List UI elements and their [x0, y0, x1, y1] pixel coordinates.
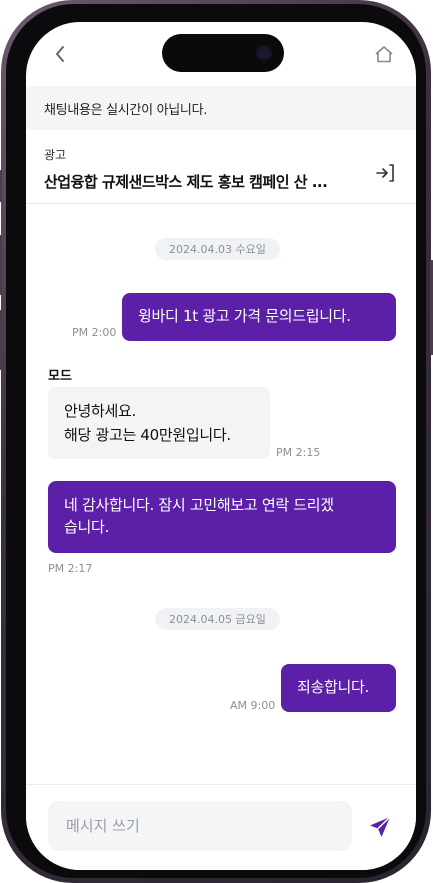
screen: 채팅내용은 실시간이 아닙니다. 광고 산업융합 규제샌드박스 제도 홍보 캠페…: [26, 22, 416, 870]
realtime-notice: 채팅내용은 실시간이 아닙니다.: [26, 86, 416, 130]
sent-message: 죄송합니다.: [281, 664, 396, 712]
message-composer: [26, 784, 416, 870]
home-icon: [375, 46, 393, 63]
message-time: PM 2:15: [276, 446, 321, 459]
side-button-left-3: [0, 310, 2, 370]
camera-icon: [256, 45, 272, 61]
phone-frame: 채팅내용은 실시간이 아닙니다. 광고 산업융합 규제샌드박스 제도 홍보 캠페…: [0, 0, 433, 883]
dynamic-island: [162, 34, 284, 72]
message-time: PM 2:00: [72, 326, 117, 339]
message-text: 윙바디 1t 광고 가격 문의드립니다.: [138, 307, 351, 325]
date-separator: 2024.04.05 금요일: [155, 608, 280, 630]
message-line: 해당 광고는 40만원입니다.: [64, 426, 231, 444]
date-separator: 2024.04.03 수요일: [155, 238, 280, 260]
message-time: AM 9:00: [230, 699, 276, 712]
message-line: 습니다.: [64, 518, 109, 536]
chevron-left-icon: [56, 46, 64, 62]
enter-icon[interactable]: [374, 162, 396, 184]
message-line: 네 감사합니다. 잠시 고민해보고 연락 드리겠: [64, 496, 334, 514]
chat-area[interactable]: 2024.04.03 수요일 PM 2:00 윙바디 1t 광고 가격 문의드립…: [26, 204, 416, 784]
home-button[interactable]: [372, 42, 396, 66]
side-button-left-1: [0, 170, 2, 202]
received-message: 안녕하세요. 해당 광고는 40만원입니다.: [48, 387, 270, 459]
sent-message: 네 감사합니다. 잠시 고민해보고 연락 드리겠 습니다.: [48, 481, 396, 553]
message-time: PM 2:17: [48, 562, 93, 575]
message-text: 죄송합니다.: [297, 678, 369, 696]
send-icon[interactable]: [368, 815, 392, 839]
message-input[interactable]: [48, 801, 352, 851]
message-line: 안녕하세요.: [64, 402, 136, 420]
sender-name: 모드: [48, 369, 72, 384]
ad-banner[interactable]: 광고 산업융합 규제샌드박스 제도 홍보 캠페인 산 ...: [26, 130, 416, 204]
side-button-left-2: [0, 235, 2, 295]
notice-text: 채팅내용은 실시간이 아닙니다.: [44, 102, 208, 118]
ad-title[interactable]: 산업융합 규제샌드박스 제도 홍보 캠페인 산 ...: [44, 171, 366, 192]
date-text: 2024.04.03 수요일: [169, 243, 266, 256]
phone-bezel: 채팅내용은 실시간이 아닙니다. 광고 산업융합 규제샌드박스 제도 홍보 캠페…: [6, 4, 426, 878]
ad-label: 광고: [44, 148, 67, 162]
back-button[interactable]: [48, 42, 72, 66]
nav-bar: [26, 22, 416, 86]
date-text: 2024.04.05 금요일: [169, 613, 266, 626]
sent-message: 윙바디 1t 광고 가격 문의드립니다.: [122, 293, 396, 341]
